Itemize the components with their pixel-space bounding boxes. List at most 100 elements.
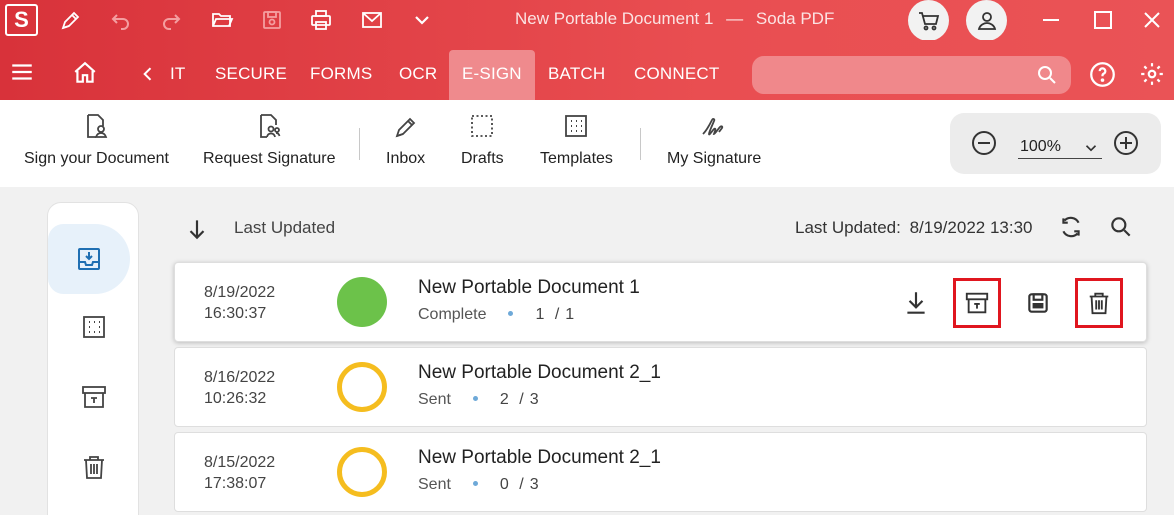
list-item[interactable]: 8/16/2022 10:26:32 New Portable Document…	[174, 347, 1147, 427]
minimize-button[interactable]	[1036, 5, 1066, 35]
document-name: New Portable Document 2_1	[418, 447, 661, 468]
home-icon[interactable]	[70, 58, 100, 88]
tab-connect[interactable]: CONNECT	[621, 50, 732, 100]
print-icon[interactable]	[305, 4, 337, 36]
last-updated: Last Updated: 8/19/2022 13:30	[795, 218, 1033, 238]
request-signature-icon	[260, 114, 281, 138]
status-complete-indicator	[337, 277, 387, 327]
item-date: 8/16/2022 10:26:32	[204, 367, 275, 409]
item-date-time: 17:38:07	[204, 475, 267, 492]
bullet	[472, 395, 478, 401]
search-icon[interactable]	[1035, 63, 1059, 92]
sidebar-item-inbox[interactable]	[48, 224, 130, 294]
inbox-pen-icon	[395, 117, 415, 138]
bullet	[472, 480, 478, 486]
save-icon[interactable]	[256, 4, 288, 36]
chevron-down-icon[interactable]	[406, 4, 438, 36]
count-separator: /	[554, 306, 560, 323]
trash-icon	[83, 456, 104, 479]
list-item[interactable]: 8/19/2022 16:30:37 New Portable Document…	[174, 262, 1147, 342]
drafts-icon	[471, 115, 494, 137]
zoom-level-select[interactable]: 100%	[1018, 135, 1102, 159]
app-logo: S	[5, 4, 38, 36]
open-folder-icon[interactable]	[206, 4, 238, 36]
sidebar-item-trash[interactable]	[48, 432, 139, 502]
tab-secure[interactable]: SECURE	[202, 50, 300, 100]
tab-ocr[interactable]: OCR	[386, 50, 450, 100]
templates-button[interactable]: Templates	[540, 112, 613, 168]
document-title: New Portable Document 1	[515, 9, 714, 28]
status-sent-indicator	[337, 362, 387, 412]
sidebar-item-drafts[interactable]	[48, 292, 139, 362]
last-updated-label: Last Updated:	[795, 218, 901, 237]
item-date-time: 16:30:37	[204, 305, 267, 322]
cart-icon	[918, 11, 939, 30]
title-separator: —	[726, 9, 744, 28]
item-date-time: 10:26:32	[204, 390, 267, 407]
request-signature-button[interactable]: Request Signature	[203, 112, 336, 168]
item-status: Complete	[418, 306, 487, 323]
tool-label: Request Signature	[203, 150, 336, 167]
tab-batch[interactable]: BATCH	[535, 50, 618, 100]
settings-gear-icon[interactable]	[1138, 60, 1166, 88]
toolbar-divider	[640, 128, 641, 160]
search-input[interactable]	[752, 56, 1022, 94]
zoom-out-icon[interactable]	[970, 129, 998, 162]
tab-e-sign[interactable]: E-SIGN	[449, 50, 535, 100]
download-icon	[907, 292, 925, 314]
app-name: Soda PDF	[755, 9, 835, 28]
signature-icon	[702, 118, 724, 136]
save-copy-button[interactable]	[1014, 278, 1062, 328]
menu-bar: IT SECURE FORMS OCR E-SIGN BATCH CONNECT	[0, 40, 1174, 100]
inbox-button[interactable]: Inbox	[386, 112, 425, 168]
sign-document-icon	[87, 114, 108, 138]
sign-your-document-button[interactable]: Sign your Document	[24, 112, 169, 168]
signed-count: 0	[499, 476, 509, 493]
bullet	[508, 310, 514, 316]
delete-button[interactable]	[1075, 278, 1123, 328]
item-date-day: 8/16/2022	[204, 369, 276, 386]
tool-label: Inbox	[386, 150, 426, 167]
pen-icon[interactable]	[55, 4, 87, 36]
email-icon[interactable]	[356, 4, 388, 36]
sort-label[interactable]: Last Updated	[234, 218, 335, 238]
undo-icon[interactable]	[105, 4, 137, 36]
help-icon[interactable]	[1088, 60, 1116, 88]
archive-icon	[81, 386, 106, 408]
toolbar-divider	[359, 128, 360, 160]
count-separator: /	[519, 476, 524, 493]
status-sent-indicator	[337, 447, 387, 497]
total-count: 3	[529, 476, 539, 493]
signed-count: 1	[535, 306, 545, 323]
sort-arrow-down-icon[interactable]	[184, 216, 210, 247]
search-list-icon[interactable]	[1108, 214, 1134, 245]
tab-forms[interactable]: FORMS	[297, 50, 385, 100]
account-button[interactable]	[966, 0, 1007, 41]
redo-icon[interactable]	[155, 4, 187, 36]
sidebar-item-archive[interactable]	[48, 362, 139, 432]
tab-edit-partial[interactable]: IT	[158, 50, 199, 100]
tool-label: Templates	[540, 150, 613, 167]
item-status: Sent	[418, 391, 451, 408]
maximize-button[interactable]	[1088, 5, 1118, 35]
my-signature-button[interactable]: My Signature	[667, 112, 761, 168]
item-status-line: Sent 2 / 3	[418, 391, 539, 409]
close-button[interactable]	[1137, 5, 1167, 35]
archive-button[interactable]	[953, 278, 1001, 328]
hamburger-menu-icon[interactable]	[8, 58, 36, 86]
item-status-line: Sent 0 / 3	[418, 476, 539, 494]
zoom-in-icon[interactable]	[1112, 129, 1140, 162]
archive-icon	[965, 292, 989, 314]
drafts-button[interactable]: Drafts	[461, 112, 504, 168]
save-disk-icon	[1028, 293, 1048, 313]
templates-icon	[565, 115, 588, 137]
tool-label: Sign your Document	[24, 150, 169, 167]
download-button[interactable]	[892, 278, 940, 328]
refresh-icon[interactable]	[1058, 214, 1084, 245]
list-item[interactable]: 8/15/2022 17:38:07 New Portable Document…	[174, 432, 1147, 512]
e-sign-sidebar	[47, 202, 139, 515]
search-box	[752, 56, 1071, 94]
cart-button[interactable]	[908, 0, 949, 41]
chevron-left-icon[interactable]	[138, 62, 158, 86]
item-status-line: Complete 1 / 1	[418, 306, 574, 324]
